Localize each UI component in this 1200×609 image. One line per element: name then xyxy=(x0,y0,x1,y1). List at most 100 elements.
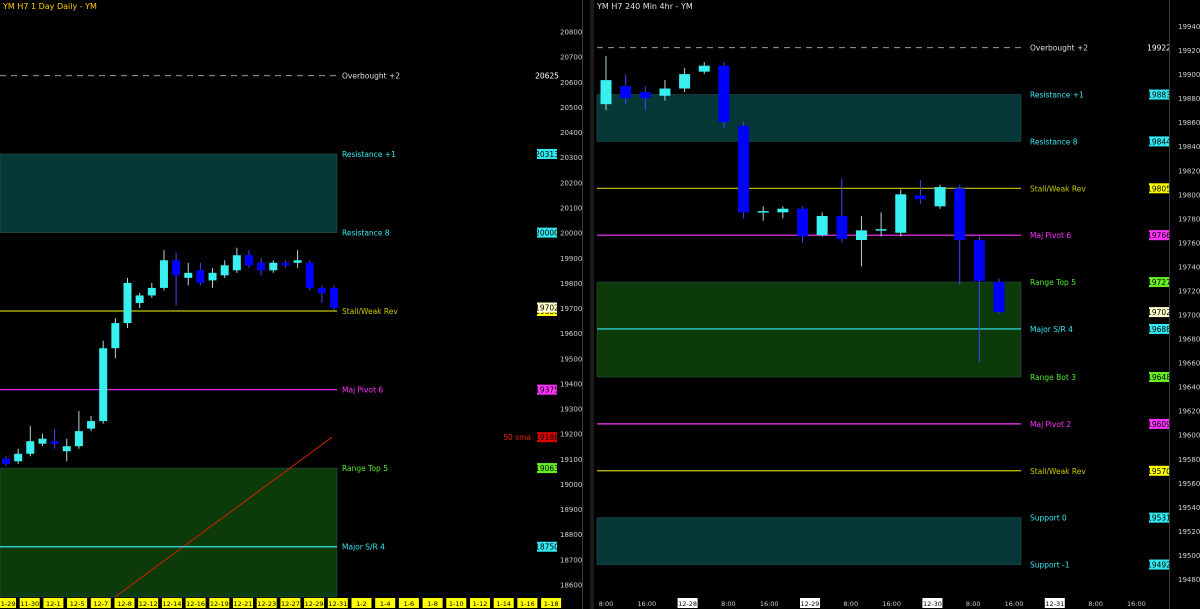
daily-y-tick-label: 19500 xyxy=(560,355,582,363)
4hr-x-tick-label: 12-28 xyxy=(678,600,697,608)
4hr-y-tick-label: 19500 xyxy=(1178,552,1200,560)
daily-candle-body xyxy=(26,441,35,454)
4hr-candle-body xyxy=(777,208,789,213)
4hr-overbought-value: 19922 xyxy=(1147,44,1171,53)
daily-y-tick-label: 19600 xyxy=(560,330,582,338)
daily-x-tick-label: 12-5 xyxy=(70,600,85,608)
4hr-resistance-8-value: 19844 xyxy=(1147,137,1171,146)
4hr-candle-body xyxy=(895,194,907,233)
daily-resistance-zone xyxy=(0,153,338,233)
4hr-support-0-value: 19531 xyxy=(1147,514,1171,523)
4hr-y-tick-label: 19880 xyxy=(1178,95,1200,103)
4hr-major-sr-4-value: 19688 xyxy=(1147,325,1171,334)
daily-y-tick-label: 20000 xyxy=(560,230,582,238)
4hr-y-tick-label: 19940 xyxy=(1178,23,1200,31)
daily-y-tick-label: 20600 xyxy=(560,79,582,87)
4hr-support-zone xyxy=(596,517,1022,565)
4hr-candle-body xyxy=(816,215,828,236)
daily-candle-body xyxy=(293,260,302,263)
daily-y-tick-label: 19000 xyxy=(560,481,582,489)
daily-candle-body xyxy=(232,255,241,271)
4hr-chart-svg[interactable]: Overbought +2 19922 Resistance +1 19883 Resi… xyxy=(594,0,1200,609)
4hr-candle-body xyxy=(855,230,867,240)
4hr-resistance-1-label: Resistance +1 xyxy=(1030,91,1084,100)
daily-y-tick-label: 19100 xyxy=(560,456,582,464)
daily-x-tick-label: 12-7 xyxy=(93,600,108,608)
daily-candle-body xyxy=(184,272,193,278)
4hr-y-tick-label: 19700 xyxy=(1178,312,1200,320)
4hr-chart-title: YM H7 240 Min 4hr - YM xyxy=(597,2,693,11)
daily-y-tick-label: 19400 xyxy=(560,380,582,388)
4hr-chart-panel[interactable]: Overbought +2 19922 Resistance +1 19883 Resi… xyxy=(594,0,1200,609)
4hr-y-tick-label: 19740 xyxy=(1178,263,1200,271)
4hr-stall-weak-rev-lower-value: 19570 xyxy=(1147,467,1171,476)
4hr-maj-pivot-2-value: 19609 xyxy=(1147,420,1171,429)
daily-candle-body xyxy=(245,255,253,266)
daily-maj-pivot-6-value: 19375 xyxy=(535,386,559,395)
daily-x-tick-label: 12-21 xyxy=(234,600,253,608)
daily-y-tick-label: 19700 xyxy=(560,305,582,313)
4hr-x-tick-label: 8:00 xyxy=(1088,600,1103,608)
daily-x-tick-label: 12-16 xyxy=(186,600,205,608)
daily-x-tick-label: 1-4 xyxy=(380,600,391,608)
daily-candle-body xyxy=(123,282,132,324)
daily-candle-body xyxy=(317,287,326,293)
daily-candle-body xyxy=(38,438,47,444)
daily-range-top-5-value: 19063 xyxy=(535,464,559,473)
daily-x-tick-label: 12-19 xyxy=(210,600,229,608)
daily-y-tick-label: 20400 xyxy=(560,129,582,137)
daily-candle-body xyxy=(147,287,156,296)
4hr-range-zone xyxy=(596,281,1022,378)
daily-resistance-8-label: Resistance 8 xyxy=(342,229,390,238)
daily-x-tick-label: 12-23 xyxy=(257,600,276,608)
4hr-candle-body xyxy=(620,86,632,99)
4hr-y-tick-label: 19840 xyxy=(1178,143,1200,151)
4hr-x-tick-label: 16:00 xyxy=(637,600,656,608)
daily-x-tick-label: 12-8 xyxy=(117,600,132,608)
daily-x-tick-label: 1-12 xyxy=(473,600,488,608)
4hr-y-tick-label: 19620 xyxy=(1178,408,1200,416)
daily-candle-body xyxy=(50,441,59,444)
4hr-x-tick-label: 8:00 xyxy=(843,600,858,608)
4hr-y-tick-label: 19680 xyxy=(1178,336,1200,344)
daily-chart-panel[interactable]: Overbought +2 20625 Resistance +1 20313 Resi… xyxy=(0,0,590,609)
daily-y-tick-label: 19800 xyxy=(560,280,582,288)
daily-x-tick-label: 11-29 xyxy=(0,600,15,608)
4hr-stall-weak-rev-upper-value: 19805 xyxy=(1147,184,1171,193)
daily-range-top-5-label: Range Top 5 xyxy=(342,464,388,473)
daily-y-tick-label: 19900 xyxy=(560,255,582,263)
4hr-x-tick-label: 8:00 xyxy=(966,600,981,608)
daily-overbought-label: Overbought +2 xyxy=(342,72,400,81)
daily-candle-body xyxy=(281,262,290,266)
4hr-y-tick-label: 19900 xyxy=(1178,71,1200,79)
4hr-stall-weak-rev-upper-label: Stall/Weak Rev xyxy=(1030,184,1086,193)
daily-maj-pivot-6-label: Maj Pivot 6 xyxy=(342,386,383,395)
4hr-y-tick-label: 19580 xyxy=(1178,456,1200,464)
daily-chart-title: YM H7 1 Day Daily - YM xyxy=(3,2,97,11)
4hr-support-1-value: 19492 xyxy=(1147,561,1171,570)
daily-y-tick-label: 20700 xyxy=(560,54,582,62)
4hr-candle-body xyxy=(679,74,691,89)
daily-overbought-value: 20625 xyxy=(535,72,559,81)
4hr-support-0-label: Support 0 xyxy=(1030,514,1067,523)
daily-y-tick-label: 19300 xyxy=(560,406,582,414)
4hr-y-tick-label: 19720 xyxy=(1178,287,1200,295)
daily-chart-svg[interactable]: Overbought +2 20625 Resistance +1 20313 Resi… xyxy=(0,0,590,609)
4hr-candle-body xyxy=(914,195,926,200)
4hr-candle-body xyxy=(639,92,651,99)
4hr-resistance-1-value: 19883 xyxy=(1147,91,1171,100)
daily-x-tick-label: 1-16 xyxy=(520,600,535,608)
4hr-candle-body xyxy=(718,65,730,123)
daily-y-tick-label: 20800 xyxy=(560,29,582,37)
4hr-y-tick-label: 19560 xyxy=(1178,480,1200,488)
daily-candle-body xyxy=(87,421,96,429)
4hr-x-tick-label: 12-30 xyxy=(923,600,942,608)
daily-candle-body xyxy=(135,295,144,303)
daily-x-tick-label: 12-12 xyxy=(139,600,158,608)
daily-last-price-value: 19702 xyxy=(535,304,559,313)
4hr-y-tick-label: 19520 xyxy=(1178,528,1200,536)
daily-y-tick-label: 18600 xyxy=(560,581,582,589)
4hr-x-tick-label: 16:00 xyxy=(1127,600,1146,608)
daily-y-tick-label: 20300 xyxy=(560,154,582,162)
daily-x-tick-label: 11-30 xyxy=(20,600,39,608)
